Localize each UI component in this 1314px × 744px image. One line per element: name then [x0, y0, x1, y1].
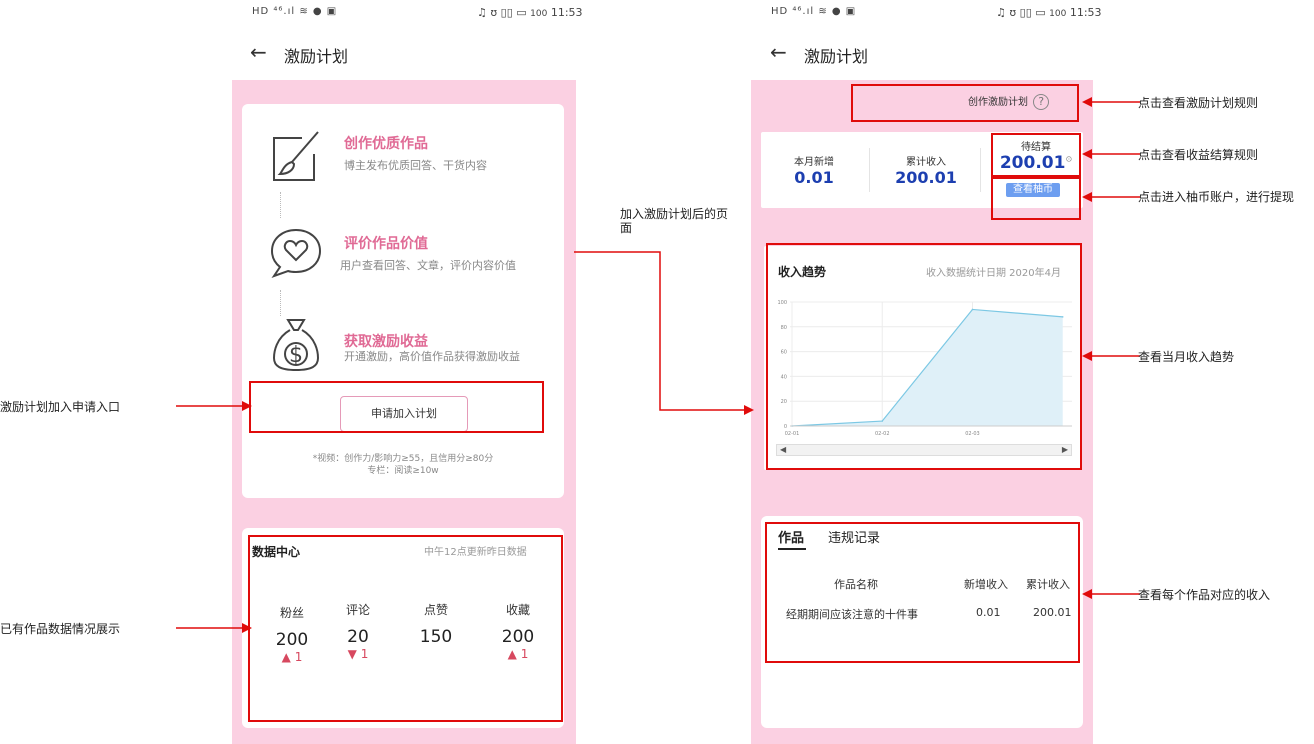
brush-note-icon [273, 131, 319, 181]
annotation-works-income: 查看每个作品对应的收入 [1138, 588, 1271, 602]
step-title: 评价作品价值 [344, 236, 428, 252]
earning-total: 累计收入 200.01 [886, 153, 966, 187]
arrow-left-icon [1082, 589, 1140, 599]
connector-arrow-icon [574, 251, 754, 415]
arrow-left-icon [1082, 351, 1140, 361]
annotation-box-plan-rules [851, 84, 1079, 122]
status-icons: ♫ ʊ ▯▯ ▭ [477, 6, 527, 19]
annotation-after-join: 加入激励计划后的页面 [620, 207, 729, 235]
earning-label: 累计收入 [906, 157, 946, 168]
heart-chat-icon [270, 228, 322, 278]
arrow-left-icon [1082, 97, 1140, 107]
battery-level: 100 [530, 9, 548, 19]
earnings-divider [980, 148, 981, 192]
status-bar-right: ♫ ʊ ▯▯ ▭ 100 11:53 [996, 6, 1102, 19]
earnings-divider [869, 148, 870, 192]
annotation-settle-rules: 点击查看收益结算规则 [1138, 148, 1259, 162]
status-bar-right: ♫ ʊ ▯▯ ▭ 100 11:53 [477, 6, 583, 19]
annotation-box-data-center [248, 535, 563, 722]
annotation-box-settle-rules [991, 133, 1081, 177]
earning-label: 本月新增 [794, 157, 834, 168]
status-bar-left-icons: HD ⁴⁶.ıl ≋ ● ▣ [771, 6, 857, 17]
annotation-box-works [765, 522, 1080, 663]
back-arrow-icon[interactable]: ← [250, 42, 267, 62]
requirement-video: *视频：创作力/影响力≥55，且信用分≥80分 [312, 454, 494, 464]
annotation-box-trend [766, 243, 1082, 470]
status-time: 11:53 [550, 6, 583, 19]
step-connector [280, 192, 281, 218]
annotation-box-join-entry [249, 381, 544, 433]
annotation-join-entry: 激励计划加入申请入口 [0, 400, 121, 414]
step-desc: 开通激励，高价值作品获得激励收益 [344, 350, 520, 363]
money-bag-icon: $ [272, 319, 320, 372]
annotation-data-display: 已有作品数据情况展示 [0, 622, 121, 636]
arrow-left-icon [1082, 192, 1140, 202]
page-title: 激励计划 [284, 47, 349, 66]
step-desc: 用户查看回答、文章，评价内容价值 [340, 259, 516, 272]
status-time: 11:53 [1069, 6, 1102, 19]
status-bar-left-icons: HD ⁴⁶.ıl ≋ ● ▣ [252, 6, 338, 17]
earning-value: 0.01 [794, 168, 834, 187]
page-title: 激励计划 [804, 47, 869, 66]
step-title: 创作优质作品 [344, 136, 428, 152]
arrow-left-icon [1082, 149, 1140, 159]
join-requirements: *视频：创作力/影响力≥55，且信用分≥80分 专栏：阅读≥10w [262, 453, 544, 477]
arrow-right-icon [176, 623, 252, 633]
earning-value: 200.01 [895, 168, 957, 187]
earning-this-month: 本月新增 0.01 [774, 153, 854, 187]
status-icons: ♫ ʊ ▯▯ ▭ [996, 6, 1046, 19]
step-connector [280, 290, 281, 316]
annotation-trend: 查看当月收入趋势 [1138, 350, 1235, 364]
arrow-right-icon [176, 401, 252, 411]
step-desc: 博主发布优质回答、干货内容 [344, 159, 487, 172]
requirement-column: 专栏：阅读≥10w [367, 466, 439, 476]
annotation-plan-rules: 点击查看激励计划规则 [1138, 96, 1259, 110]
back-arrow-icon[interactable]: ← [770, 42, 787, 62]
battery-level: 100 [1049, 9, 1067, 19]
annotation-box-coin [991, 177, 1081, 220]
annotation-coin-account: 点击进入柚币账户，进行提现 [1138, 190, 1295, 204]
